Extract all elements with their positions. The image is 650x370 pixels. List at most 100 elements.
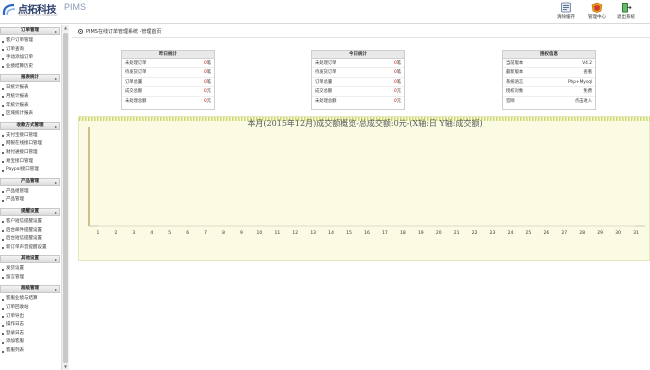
sidebar-item[interactable]: 手动添加订单 <box>0 54 60 63</box>
admin-center-button[interactable]: 管理中心 <box>583 2 611 22</box>
panel-row: 未处理总额 0元 <box>312 97 404 106</box>
collapse-arrow-icon[interactable]: ▸ <box>55 257 57 263</box>
sidebar-item[interactable]: 订单查询 <box>0 46 60 55</box>
scroll-thumb[interactable] <box>63 33 68 363</box>
chart-title: 本月(2015年12月)成交额概览-总成交额:0元-(X轴:日 Y轴:成交额) <box>247 119 483 128</box>
sidebar-item[interactable]: 留言管理 <box>0 274 60 283</box>
sidebar-item[interactable]: 新订单声音提醒设置 <box>0 244 60 253</box>
sidebar-item[interactable]: 日统计报表 <box>0 84 60 93</box>
sidebar-item[interactable]: 财付通接口管理 <box>0 149 60 158</box>
collapse-arrow-icon[interactable]: ▸ <box>55 180 57 186</box>
x-tick-label: 13 <box>310 230 316 236</box>
sidebar-item[interactable]: 操作日志 <box>0 321 60 330</box>
panel-row: 未处理订单 0笔 <box>122 59 214 69</box>
stats-panel: 授权信息 当前版本 V4.2 最新版本 查看 系统语言 Php+Mysql 授权对象 免费 官网 点… <box>502 50 596 110</box>
main-content: PIMS在线订单管理系统 -管理首页 昨日统计 未处理订单 0笔 待发货订单 0笔 订单总… <box>72 26 650 370</box>
sidebar-section-title: 订单管理 <box>21 28 39 33</box>
sidebar-item[interactable]: 区域统计报表 <box>0 110 60 119</box>
x-tick-label: 23 <box>490 230 496 236</box>
row-value[interactable]: 查看 <box>583 68 592 77</box>
sidebar-item[interactable]: 月统计报表 <box>0 93 60 102</box>
row-value: 0笔 <box>204 68 211 77</box>
sidebar-item[interactable]: 客户短信提醒设置 <box>0 218 60 227</box>
x-tick-label: 15 <box>346 230 352 236</box>
panel-row: 订单总量 0笔 <box>122 78 214 88</box>
row-label: 当前版本 <box>506 61 524 66</box>
sidebar-section: 其他设置 ▸ 发货设置 留言管理 <box>0 255 60 285</box>
sidebar-section-header[interactable]: 报表统计 ▸ <box>0 74 60 83</box>
x-tick-label: 17 <box>382 230 388 236</box>
collapse-arrow-icon[interactable]: ▸ <box>55 287 57 293</box>
sidebar-item[interactable]: 客服业绩与结算 <box>0 295 60 304</box>
panel-row: 订单总量 0笔 <box>312 78 404 88</box>
row-label: 订单总量 <box>125 79 143 85</box>
sidebar-item[interactable]: Paypal接口管理 <box>0 166 60 175</box>
clear-cache-button[interactable]: 清除缓存 <box>552 2 580 22</box>
sidebar-item[interactable]: 年统计报表 <box>0 102 60 111</box>
sidebar-section-header[interactable]: 超级管理 ▸ <box>0 285 60 294</box>
panel-title: 昨日统计 <box>122 51 214 59</box>
row-unit: 笔 <box>396 79 401 85</box>
row-label: 最新版本 <box>506 70 524 76</box>
sidebar-section-header[interactable]: 收款方式管理 ▸ <box>0 121 60 130</box>
sidebar-item[interactable]: 业绩结算历史 <box>0 63 60 72</box>
x-tick-label: 3 <box>132 230 135 236</box>
row-label: 待发货订单 <box>315 70 337 76</box>
row-unit: 元 <box>206 98 211 104</box>
panel-row: 系统语言 Php+Mysql <box>503 78 595 88</box>
sidebar-section-title: 其他设置 <box>21 256 39 262</box>
row-value: 0笔 <box>204 78 211 87</box>
collapse-arrow-icon[interactable]: ▸ <box>55 76 57 82</box>
x-tick-label: 16 <box>364 230 370 236</box>
sidebar-item[interactable]: 后台短信提醒设置 <box>0 235 60 244</box>
row-label: 成交总额 <box>125 89 143 95</box>
sidebar-section-header[interactable]: 其他设置 ▸ <box>0 255 60 264</box>
scroll-up-icon[interactable]: ▲ <box>62 25 69 31</box>
sidebar-item[interactable]: 支付宝接口管理 <box>0 132 60 141</box>
collapse-arrow-icon[interactable]: ▸ <box>55 210 57 216</box>
collapse-arrow-icon[interactable]: ▸ <box>55 29 57 35</box>
row-label: 成交总额 <box>315 89 333 95</box>
sidebar-item[interactable]: 客户订单管理 <box>0 37 60 46</box>
sidebar-section-header[interactable]: 产品管理 ▸ <box>0 177 60 186</box>
collapse-arrow-icon[interactable]: ▸ <box>55 124 57 130</box>
scroll-down-icon[interactable]: ▼ <box>62 364 69 370</box>
row-label: 未处理总额 <box>315 98 337 104</box>
sidebar-item[interactable]: 订单回收站 <box>0 304 60 313</box>
x-tick-label: 30 <box>615 230 621 236</box>
panel-row: 最新版本 查看 <box>503 68 595 78</box>
sidebar-item[interactable]: 发货设置 <box>0 265 60 274</box>
brand-subtitle: DIANTUO TECHNOLOGY <box>19 13 59 17</box>
sidebar-item[interactable]: 后台邮件提醒设置 <box>0 227 60 236</box>
row-value[interactable]: 点击进入 <box>575 97 592 106</box>
sidebar-section: 收款方式管理 ▸ 支付宝接口管理 网银在线接口管理 财付通接口管理 易宝接口管理 Paypa… <box>0 121 60 178</box>
sidebar-item[interactable]: 订单导出 <box>0 313 60 322</box>
sidebar-scrollbar[interactable]: ▲ ▼ <box>61 25 69 370</box>
sidebar-section-header[interactable]: 订单管理 ▸ <box>0 27 60 35</box>
clear-cache-label: 清除缓存 <box>557 15 575 20</box>
x-tick-label: 12 <box>292 230 298 236</box>
row-unit: 元 <box>396 98 401 104</box>
x-tick-label: 29 <box>597 230 603 236</box>
sidebar-section-header[interactable]: 提醒设置 ▸ <box>0 207 60 216</box>
sidebar-item[interactable]: 产品管理 <box>0 196 60 205</box>
panel-row: 待发货订单 0笔 <box>122 68 214 78</box>
row-label: 订单总量 <box>315 79 333 85</box>
sidebar-item[interactable]: 网银在线接口管理 <box>0 140 60 149</box>
sidebar-item[interactable]: 产品组管理 <box>0 188 60 197</box>
breadcrumb-text: PIMS在线订单管理系统 -管理首页 <box>86 29 162 35</box>
x-tick-label: 18 <box>400 230 406 236</box>
x-tick-label: 9 <box>240 230 243 236</box>
sidebar-item[interactable]: 客服列表 <box>0 347 60 356</box>
x-tick-label: 25 <box>526 230 532 236</box>
home-icon <box>78 29 83 34</box>
logout-button[interactable]: 退出系统 <box>612 2 640 22</box>
x-tick-label: 11 <box>274 230 280 236</box>
x-tick-label: 10 <box>257 230 263 236</box>
sidebar-item[interactable]: 添加客服 <box>0 338 60 347</box>
row-value: Php+Mysql <box>568 78 592 87</box>
panel-row: 待发货订单 0笔 <box>312 68 404 78</box>
panel-row: 未处理总额 0元 <box>122 97 214 106</box>
sidebar-item[interactable]: 易宝接口管理 <box>0 158 60 167</box>
sidebar-item[interactable]: 登录日志 <box>0 330 60 339</box>
